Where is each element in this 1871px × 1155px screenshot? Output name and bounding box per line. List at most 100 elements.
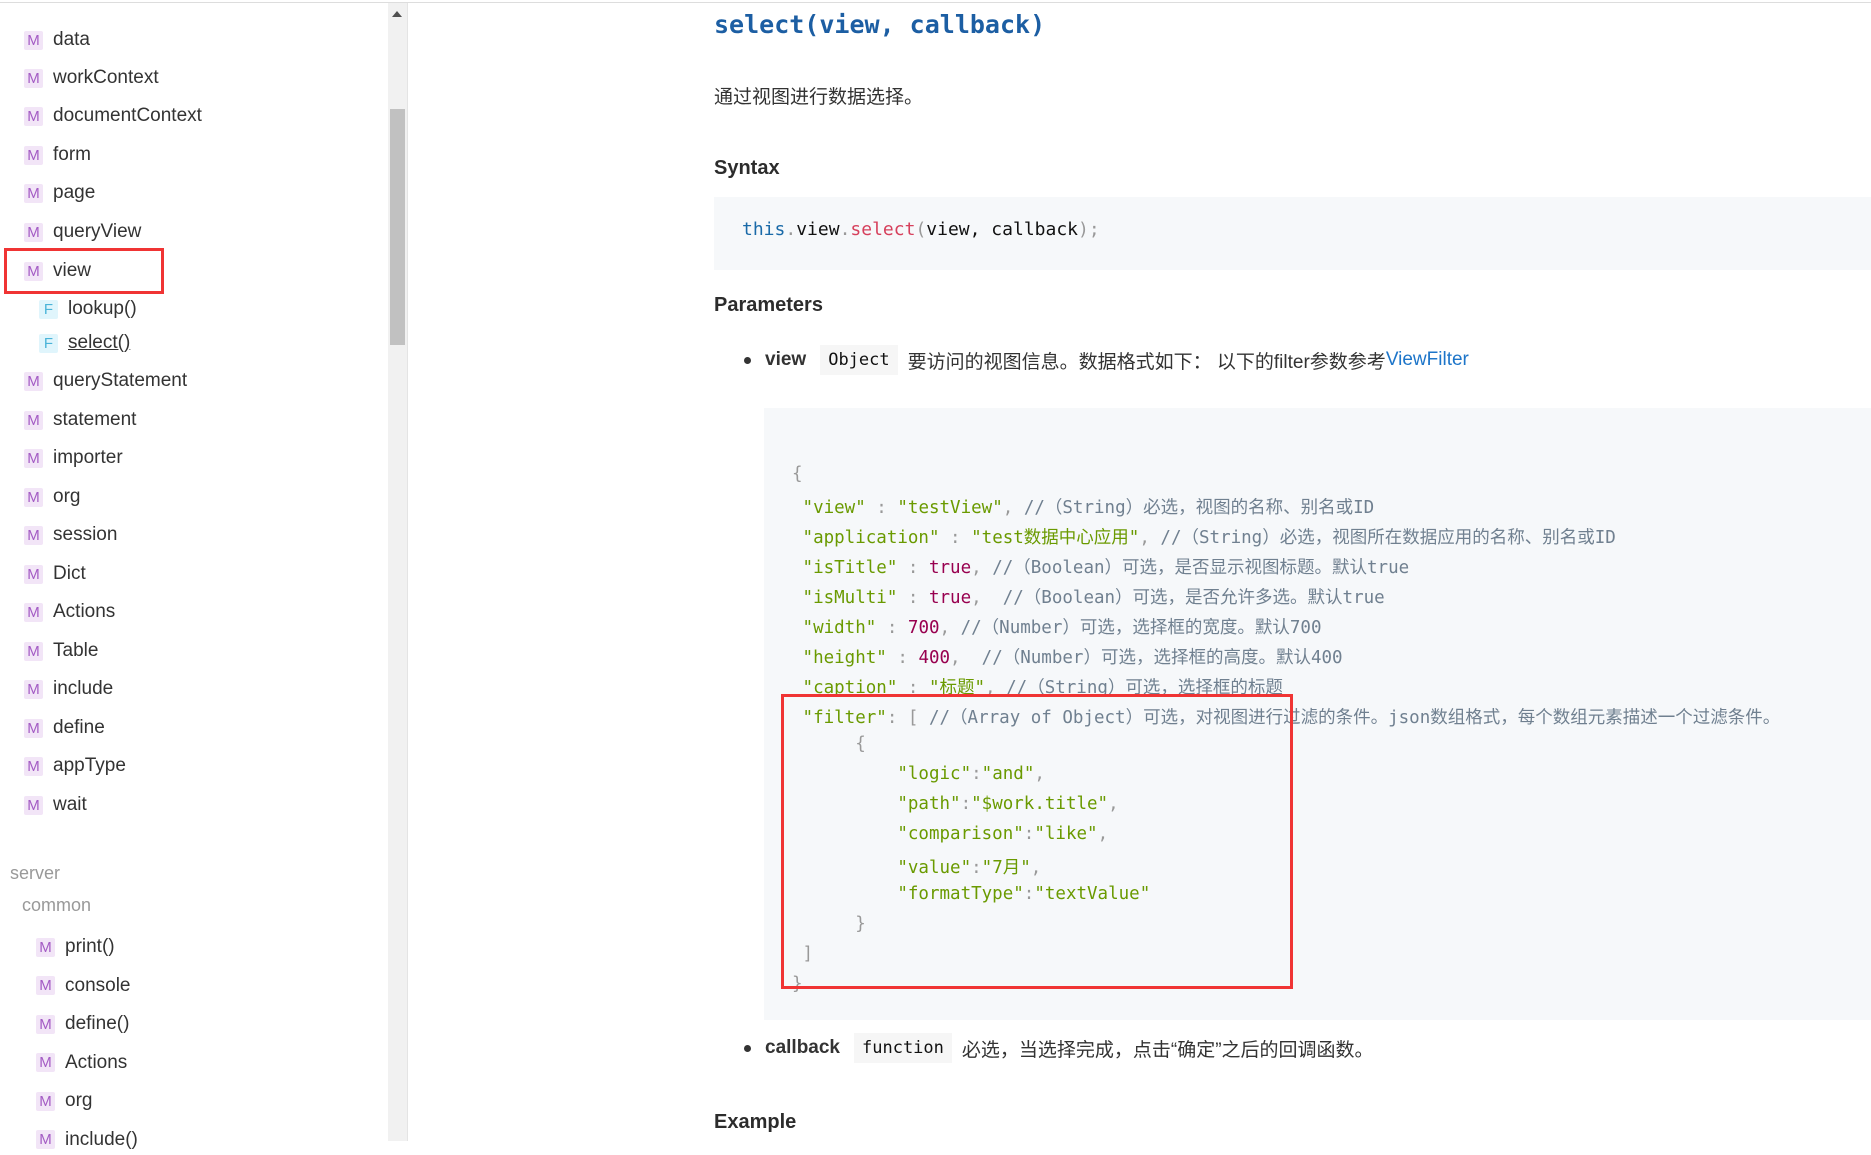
sidebar-item-label: workContext <box>53 67 159 88</box>
sidebar-item-label: include <box>53 678 114 699</box>
param-desc: 必选，当选择完成，点击“确定”之后的回调函数。 <box>961 1039 1374 1061</box>
module-badge-icon: M <box>24 183 43 203</box>
sidebar-scrollbar[interactable] <box>388 3 407 1141</box>
bullet-icon <box>744 356 751 364</box>
page-title: select(view, callback) <box>714 10 1046 39</box>
sidebar-item-session[interactable]: Msession <box>24 520 117 550</box>
module-badge-icon: M <box>24 564 43 584</box>
module-badge-icon: M <box>36 1091 55 1111</box>
sidebar-item-include[interactable]: Minclude <box>24 674 113 704</box>
sidebar-item-form[interactable]: Mform <box>24 140 91 170</box>
json-line: "width" : 700, //（Number）可选，选择框的宽度。默认700 <box>792 618 1322 638</box>
sidebar-item-label: define() <box>65 1013 130 1034</box>
sidebar-item-label: documentContext <box>53 105 202 126</box>
sidebar-item-actions[interactable]: M Actions <box>36 1048 127 1078</box>
module-badge-icon: M <box>36 976 55 995</box>
module-badge-icon: M <box>24 222 43 242</box>
sidebar-item-label: include() <box>65 1128 138 1150</box>
syntax-code-block: this.view.select(view, callback); <box>714 197 1871 270</box>
module-badge-icon: M <box>24 602 43 622</box>
sidebar-item-label: lookup() <box>68 298 137 319</box>
function-badge-icon: F <box>39 299 58 319</box>
module-badge-icon: M <box>36 1014 55 1034</box>
sidebar-item-print[interactable]: Mprint() <box>36 932 115 962</box>
module-badge-icon: M <box>24 68 43 88</box>
param-desc: 要访问的视图信息。数据格式如下： 以下的filter参数参考 <box>907 351 1386 373</box>
module-badge-icon: M <box>24 718 43 738</box>
section-common[interactable]: common <box>22 895 91 916</box>
module-badge-icon: M <box>24 525 43 545</box>
sidebar-item-label: queryView <box>53 221 142 242</box>
module-badge-icon: M <box>24 145 43 165</box>
sidebar-item-label: Dict <box>53 563 86 584</box>
json-line: "isTitle" : true, //（Boolean）可选，是否显示视图标题… <box>792 558 1410 578</box>
module-badge-icon: M <box>24 371 43 391</box>
sidebar-item-label: select() <box>68 332 131 353</box>
sidebar-item-label: org <box>53 486 81 507</box>
module-badge-icon: M <box>24 106 43 126</box>
module-badge-icon: M <box>24 410 43 430</box>
sidebar-item-documentcontext[interactable]: MdocumentContext <box>24 101 202 131</box>
sidebar-item-label: data <box>53 29 90 50</box>
json-line: "isMulti" : true, //（Boolean）可选，是否允许多选。默… <box>792 588 1385 608</box>
sidebar: server common Mdata MworkContext Mdocument… <box>0 3 408 1150</box>
sidebar-item-console[interactable]: Mconsole <box>36 971 131 1001</box>
module-badge-icon: M <box>36 937 55 957</box>
sidebar-item-label: wait <box>53 794 87 815</box>
scroll-up-arrow-icon[interactable] <box>392 11 402 17</box>
sidebar-item-dict[interactable]: M Dict <box>24 559 86 589</box>
section-server[interactable]: server <box>10 863 60 884</box>
param-name: view <box>765 349 807 370</box>
sidebar-item-define[interactable]: Mdefine() <box>36 1009 129 1039</box>
function-badge-icon: F <box>39 333 58 353</box>
sidebar-item-label: statement <box>53 409 137 430</box>
sidebar-item-label: queryStatement <box>53 370 188 391</box>
sidebar-item-data[interactable]: Mdata <box>24 25 90 55</box>
sidebar-item-page[interactable]: Mpage <box>24 178 95 208</box>
sidebar-item-label: page <box>53 182 96 203</box>
sidebar-item-label: print() <box>65 936 115 957</box>
scrollbar-thumb[interactable] <box>390 109 405 345</box>
sidebar-item-label: Actions <box>65 1051 128 1073</box>
module-badge-icon: M <box>36 1130 55 1149</box>
sidebar-item-workcontext[interactable]: MworkContext <box>24 63 159 93</box>
sidebar-item-label: org <box>65 1090 93 1111</box>
sidebar-item-label: define <box>53 717 105 738</box>
sidebar-item-select[interactable]: Fselect() <box>39 328 130 358</box>
sidebar-item-querystatement[interactable]: MqueryStatement <box>24 366 187 396</box>
json-line: { <box>792 464 803 484</box>
module-badge-icon: M <box>24 756 43 776</box>
example-heading: Example <box>714 1111 797 1133</box>
viewfilter-link[interactable]: ViewFilter <box>1386 349 1469 371</box>
module-badge-icon: M <box>24 448 43 468</box>
sidebar-item-importer[interactable]: Mimporter <box>24 443 123 473</box>
sidebar-item-label: importer <box>53 447 123 468</box>
module-badge-icon: M <box>36 1053 55 1072</box>
highlight-box-filter <box>781 694 1293 989</box>
sidebar-item-wait[interactable]: Mwait <box>24 790 87 820</box>
sidebar-item-lookup[interactable]: Flookup() <box>39 294 137 324</box>
sidebar-item-queryview[interactable]: MqueryView <box>24 217 141 247</box>
param-view: view Object 要访问的视图信息。数据格式如下： 以下的filter参数… <box>744 345 1469 375</box>
sidebar-item-org[interactable]: Morg <box>36 1086 92 1116</box>
param-callback: callback function 必选，当选择完成，点击“确定”之后的回调函数… <box>744 1033 1374 1063</box>
json-line: "view" : "testView", //（String）必选，视图的名称、… <box>792 498 1375 518</box>
module-badge-icon: M <box>24 795 43 815</box>
param-type: Object <box>820 345 898 375</box>
param-type: function <box>854 1033 952 1063</box>
sidebar-item-include[interactable]: Minclude() <box>36 1125 138 1155</box>
sidebar-item-define[interactable]: Mdefine <box>24 713 105 743</box>
json-line: "application" : "test数据中心应用", //（String）… <box>792 528 1616 548</box>
sidebar-item-statement[interactable]: Mstatement <box>24 405 136 435</box>
sidebar-item-actions[interactable]: M Actions <box>24 597 115 627</box>
module-badge-icon: M <box>24 679 43 699</box>
sidebar-item-label: session <box>53 524 118 545</box>
module-badge-icon: M <box>24 487 43 507</box>
sidebar-item-apptype[interactable]: MappType <box>24 751 126 781</box>
sidebar-item-table[interactable]: M Table <box>24 636 98 666</box>
sidebar-item-label: console <box>65 974 131 996</box>
json-line: "height" : 400, //（Number）可选，选择框的高度。默认40… <box>792 648 1343 668</box>
parameters-heading: Parameters <box>714 294 823 316</box>
sidebar-item-label: appType <box>53 755 126 776</box>
sidebar-item-org[interactable]: Morg <box>24 482 80 512</box>
